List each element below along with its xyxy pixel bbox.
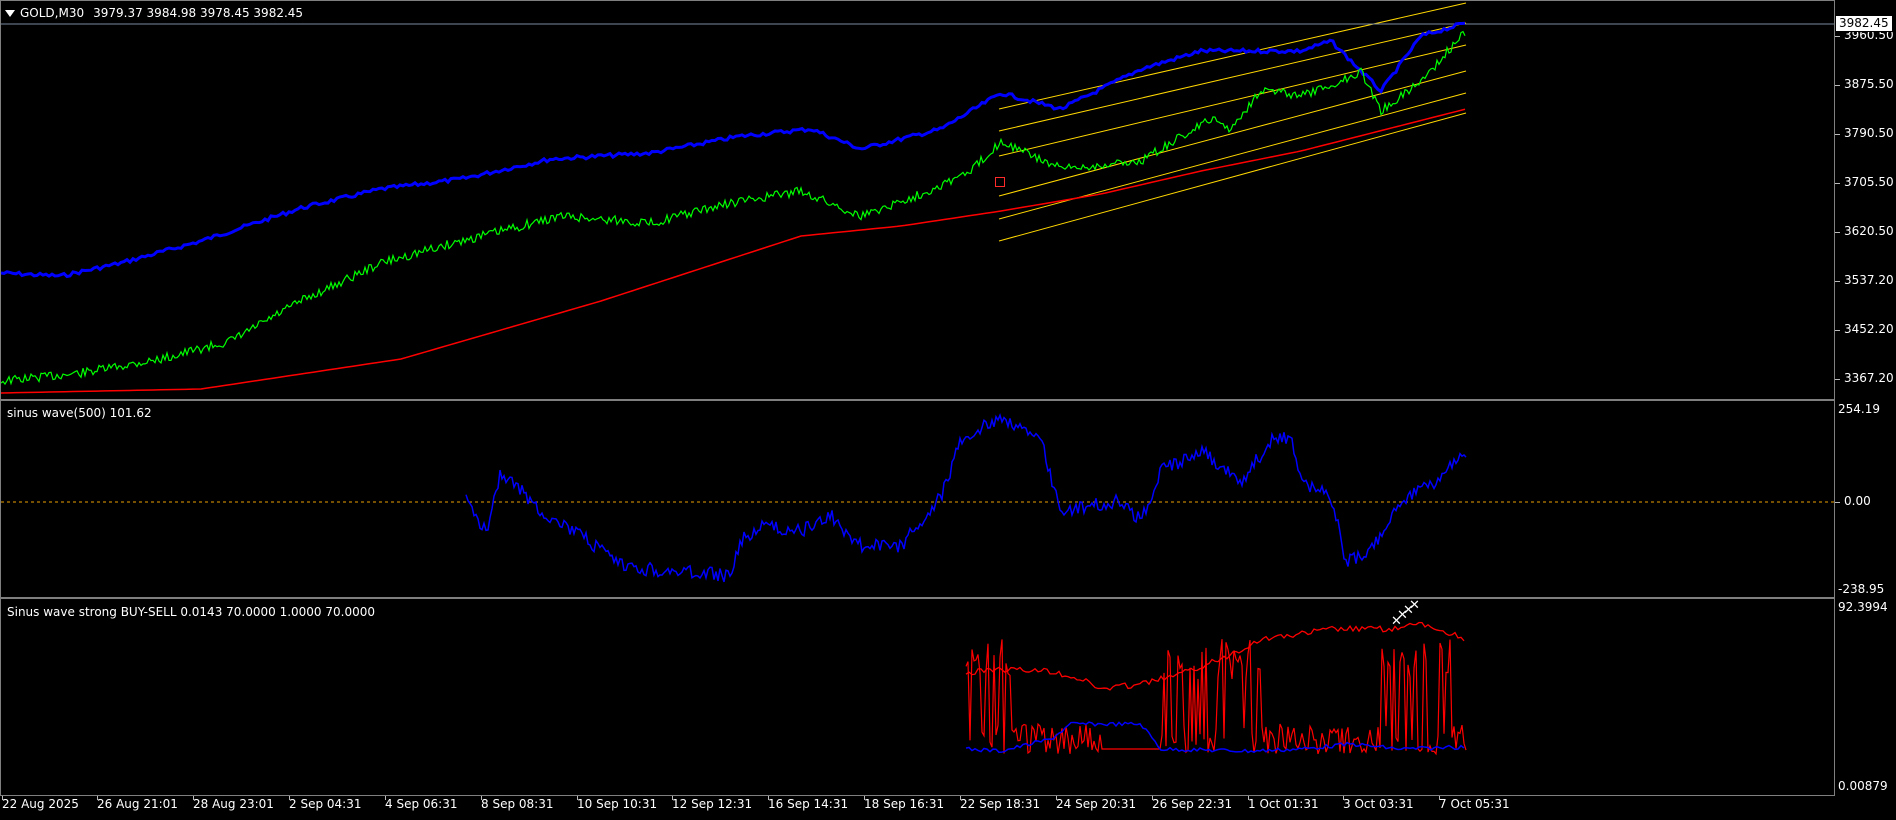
time-label: 28 Aug 23:01	[193, 797, 274, 811]
upper-band-line	[1, 21, 1466, 279]
time-label: 3 Oct 03:31	[1343, 797, 1414, 811]
buy-sell-canvas: ✕✕✕✕	[965, 599, 1467, 756]
price-label: 3620.50	[1844, 224, 1894, 238]
price-label: 3452.20	[1844, 322, 1894, 336]
time-label: 7 Oct 05:31	[1439, 797, 1510, 811]
buy-sell-scale-top: 92.3994	[1838, 600, 1888, 614]
time-label: 10 Sep 10:31	[577, 797, 658, 811]
price-label: 3537.20	[1844, 273, 1894, 287]
triangle-down-icon[interactable]	[5, 9, 15, 17]
main-price-scale[interactable]: 3960.50 3875.50 3790.50 3705.50 3620.50 …	[1835, 0, 1896, 400]
buy-sell-strong-histogram	[965, 639, 1467, 756]
sinus-scale-top: 254.19	[1838, 402, 1880, 416]
sinus-wave-line	[465, 413, 1467, 583]
ohlc-values: 3979.37 3984.98 3978.45 3982.45	[93, 6, 304, 20]
time-label: 4 Sep 06:31	[385, 797, 458, 811]
time-label: 12 Sep 12:31	[672, 797, 753, 811]
main-chart-canvas	[1, 2, 1834, 394]
sinus-wave-scale[interactable]: 254.19 0.00 -238.95	[1835, 400, 1896, 598]
buy-sell-pane[interactable]: ✕ ✕ ✕ ✕ Sinus wave strong BUY-SELL 0.0143 7…	[0, 598, 1835, 796]
buy-sell-strong-line	[965, 621, 1465, 691]
sinus-wave-title: sinus wave(500) 101.62	[7, 406, 152, 420]
time-label: 18 Sep 16:31	[864, 797, 945, 811]
channel-line[interactable]	[998, 2, 1467, 110]
sinus-wave-pane[interactable]: sinus wave(500) 101.62	[0, 400, 1835, 598]
trade-marker-icon[interactable]	[995, 177, 1005, 187]
time-label: 22 Sep 18:31	[960, 797, 1041, 811]
channel-line[interactable]	[998, 22, 1467, 132]
main-chart-pane[interactable]: GOLD,M30 3979.37 3984.98 3978.45 3982.45	[0, 0, 1835, 400]
time-label: 22 Aug 2025	[2, 797, 79, 811]
channel-line[interactable]	[998, 44, 1467, 157]
sinus-scale-bottom: -238.95	[1838, 582, 1885, 596]
price-label: 3790.50	[1844, 126, 1894, 140]
moving-average-line	[1, 108, 1466, 394]
time-label: 26 Aug 21:01	[97, 797, 178, 811]
time-label: 8 Sep 08:31	[481, 797, 554, 811]
price-label: 3705.50	[1844, 175, 1894, 189]
buy-sell-scale[interactable]: 92.3994 0.00879	[1835, 598, 1896, 796]
price-label: 3875.50	[1844, 77, 1894, 91]
time-label: 26 Sep 22:31	[1152, 797, 1233, 811]
price-label: 3367.20	[1844, 371, 1894, 385]
time-axis[interactable]: 22 Aug 2025 26 Aug 21:01 28 Aug 23:01 2 Sep…	[0, 796, 1835, 820]
time-label: 2 Sep 04:31	[289, 797, 362, 811]
time-label: 16 Sep 14:31	[768, 797, 849, 811]
time-label: 24 Sep 20:31	[1056, 797, 1137, 811]
price-line	[1, 30, 1466, 386]
chart-header: GOLD,M30 3979.37 3984.98 3978.45 3982.45	[5, 6, 303, 20]
sinus-scale-zero: 0.00	[1844, 494, 1871, 508]
buy-sell-title: Sinus wave strong BUY-SELL 0.0143 70.000…	[7, 605, 376, 619]
symbol-label: GOLD,M30	[20, 6, 85, 20]
sinus-wave-canvas	[1, 413, 1834, 583]
signal-marker-icon[interactable]: ✕	[1409, 599, 1420, 613]
buy-sell-scale-bottom: 0.00879	[1838, 779, 1888, 793]
last-price-tag: 3982.45	[1835, 15, 1893, 32]
time-label: 1 Oct 01:31	[1248, 797, 1319, 811]
